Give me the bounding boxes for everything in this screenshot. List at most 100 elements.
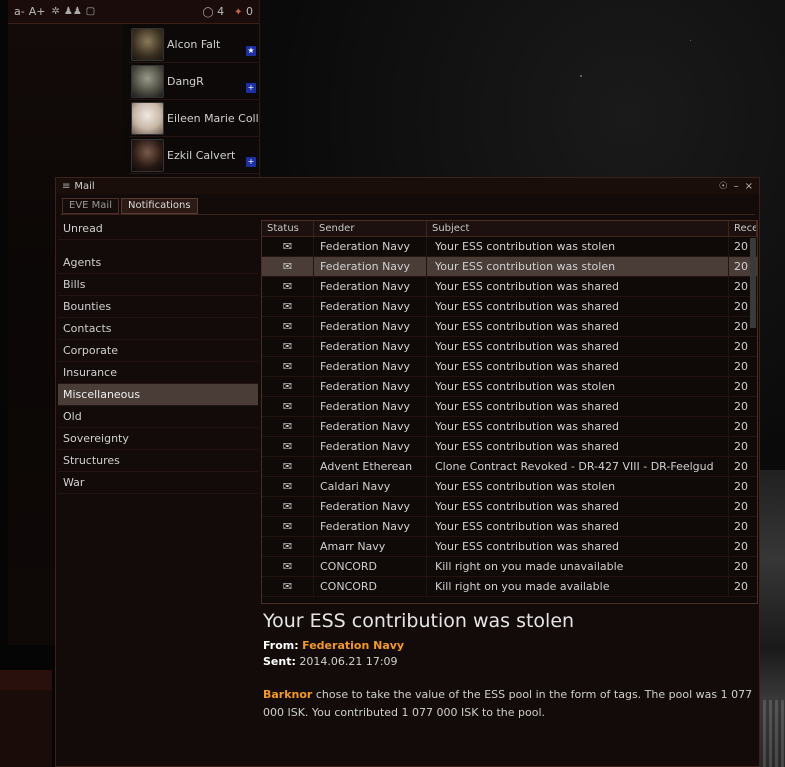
close-icon[interactable]: × — [745, 181, 753, 192]
folder-war[interactable]: War — [58, 472, 258, 494]
sender-link[interactable]: Federation Navy — [302, 639, 404, 652]
row-received: 20 — [734, 500, 748, 513]
row-sender: Federation Navy — [314, 237, 427, 256]
avatar[interactable] — [131, 101, 164, 135]
table-row[interactable]: ✉ Federation Navy Your ESS contribution wa… — [262, 377, 757, 397]
folder-old[interactable]: Old — [58, 406, 258, 428]
row-sender: Amarr Navy — [314, 537, 427, 556]
actor-link[interactable]: Barknor — [263, 688, 312, 701]
folder-insurance[interactable]: Insurance — [58, 362, 258, 384]
table-row[interactable]: ✉ Caldari Navy Your ESS contribution was s… — [262, 477, 757, 497]
folder-unread[interactable]: Unread — [58, 218, 258, 240]
list-rows: ✉ Federation Navy Your ESS contribution wa… — [262, 237, 757, 597]
folder-corporate[interactable]: Corporate — [58, 340, 258, 362]
member-row[interactable]: Eileen Marie Coll — [129, 100, 260, 137]
row-subject: Your ESS contribution was shared — [427, 397, 729, 416]
row-sender: Federation Navy — [314, 437, 427, 456]
ship-structure-detail — [757, 700, 785, 767]
avatar[interactable] — [131, 27, 164, 61]
row-subject: Kill right on you made available — [427, 577, 729, 596]
row-received: 20 — [734, 400, 748, 413]
pin-icon[interactable]: ☉ — [719, 181, 728, 192]
sent-date: 2014.06.21 17:09 — [299, 655, 398, 668]
font-larger-button[interactable]: A+ — [29, 5, 46, 18]
tab-eve-mail[interactable]: EVE Mail — [62, 198, 119, 214]
member-row[interactable]: Alcon Falt ★ — [129, 26, 260, 63]
list-header: Status Sender Subject Rece — [262, 221, 757, 237]
envelope-icon: ✉ — [262, 397, 314, 416]
row-sender: Federation Navy — [314, 497, 427, 516]
folder-miscellaneous[interactable]: Miscellaneous — [58, 384, 258, 406]
table-row[interactable]: ✉ Advent Etherean Clone Contract Revoked -… — [262, 457, 757, 477]
row-sender: Federation Navy — [314, 517, 427, 536]
row-received: 20 — [734, 560, 748, 573]
table-row[interactable]: ✉ Federation Navy Your ESS contribution wa… — [262, 317, 757, 337]
table-row[interactable]: ✉ Federation Navy Your ESS contribution wa… — [262, 277, 757, 297]
message-sent: Sent: 2014.06.21 17:09 — [263, 654, 753, 670]
table-row[interactable]: ✉ Federation Navy Your ESS contribution wa… — [262, 517, 757, 537]
column-received[interactable]: Rece — [729, 221, 757, 236]
table-row[interactable]: ✉ CONCORD Kill right on you made available… — [262, 577, 757, 597]
avatar[interactable] — [131, 64, 164, 98]
column-status[interactable]: Status — [262, 221, 314, 236]
chat-bubble-icon[interactable]: ▢ — [86, 6, 95, 17]
docked-count: ◯ 4 — [202, 5, 224, 18]
folder-structures[interactable]: Structures — [58, 450, 258, 472]
row-subject: Your ESS contribution was stolen — [427, 257, 729, 276]
folder-agents[interactable]: Agents — [58, 252, 258, 274]
envelope-icon: ✉ — [262, 277, 314, 296]
table-row[interactable]: ✉ CONCORD Kill right on you made unavailab… — [262, 557, 757, 577]
member-row[interactable]: DangR + — [129, 63, 260, 100]
window-header[interactable]: ≡ Mail ☉ – × — [56, 178, 759, 194]
row-sender: Federation Navy — [314, 357, 427, 376]
settings-icon[interactable]: ✲ — [51, 6, 59, 17]
minimize-icon[interactable]: – — [734, 181, 739, 192]
tab-notifications[interactable]: Notifications — [120, 198, 198, 214]
envelope-icon: ✉ — [262, 337, 314, 356]
table-row[interactable]: ✉ Federation Navy Your ESS contribution wa… — [262, 417, 757, 437]
members-icon[interactable]: ♟♟ — [64, 6, 82, 17]
table-row[interactable]: ✉ Federation Navy Your ESS contribution wa… — [262, 337, 757, 357]
table-row[interactable]: ✉ Federation Navy Your ESS contribution wa… — [262, 257, 757, 277]
row-subject: Your ESS contribution was shared — [427, 357, 729, 376]
row-sender: Advent Etherean — [314, 457, 427, 476]
table-row[interactable]: ✉ Federation Navy Your ESS contribution wa… — [262, 497, 757, 517]
scrollbar[interactable] — [750, 238, 756, 328]
chat-toolbar: a- A+ ✲ ♟♟ ▢ ◯ 4 ✦ 0 — [8, 0, 259, 24]
table-row[interactable]: ✉ Federation Navy Your ESS contribution wa… — [262, 397, 757, 417]
member-count: ✦ 0 — [234, 5, 253, 18]
table-row[interactable]: ✉ Amarr Navy Your ESS contribution was sha… — [262, 537, 757, 557]
folder-contacts[interactable]: Contacts — [58, 318, 258, 340]
avatar[interactable] — [131, 138, 164, 172]
member-name: Eileen Marie Coll — [167, 111, 259, 125]
folder-bills[interactable]: Bills — [58, 274, 258, 296]
column-subject[interactable]: Subject — [427, 221, 729, 236]
star — [580, 75, 582, 77]
envelope-icon: ✉ — [262, 577, 314, 596]
member-row[interactable]: Ezkil Calvert + — [129, 137, 260, 174]
row-sender: Federation Navy — [314, 417, 427, 436]
envelope-icon: ✉ — [262, 437, 314, 456]
table-row[interactable]: ✉ Federation Navy Your ESS contribution wa… — [262, 237, 757, 257]
envelope-icon: ✉ — [262, 557, 314, 576]
row-subject: Kill right on you made unavailable — [427, 557, 729, 576]
folder-sovereignty[interactable]: Sovereignty — [58, 428, 258, 450]
row-received: 20 — [734, 540, 748, 553]
row-subject: Your ESS contribution was shared — [427, 297, 729, 316]
font-smaller-button[interactable]: a- — [14, 5, 25, 18]
table-row[interactable]: ✉ Federation Navy Your ESS contribution wa… — [262, 297, 757, 317]
envelope-icon: ✉ — [262, 517, 314, 536]
column-sender[interactable]: Sender — [314, 221, 427, 236]
row-sender: Federation Navy — [314, 377, 427, 396]
row-sender: CONCORD — [314, 557, 427, 576]
row-subject: Your ESS contribution was shared — [427, 497, 729, 516]
folder-bounties[interactable]: Bounties — [58, 296, 258, 318]
envelope-icon: ✉ — [262, 497, 314, 516]
row-received: 20 — [734, 440, 748, 453]
sent-label: Sent: — [263, 655, 296, 668]
background-panel — [0, 690, 52, 767]
menu-icon[interactable]: ≡ — [62, 181, 70, 192]
table-row[interactable]: ✉ Federation Navy Your ESS contribution wa… — [262, 437, 757, 457]
table-row[interactable]: ✉ Federation Navy Your ESS contribution wa… — [262, 357, 757, 377]
row-subject: Your ESS contribution was shared — [427, 437, 729, 456]
